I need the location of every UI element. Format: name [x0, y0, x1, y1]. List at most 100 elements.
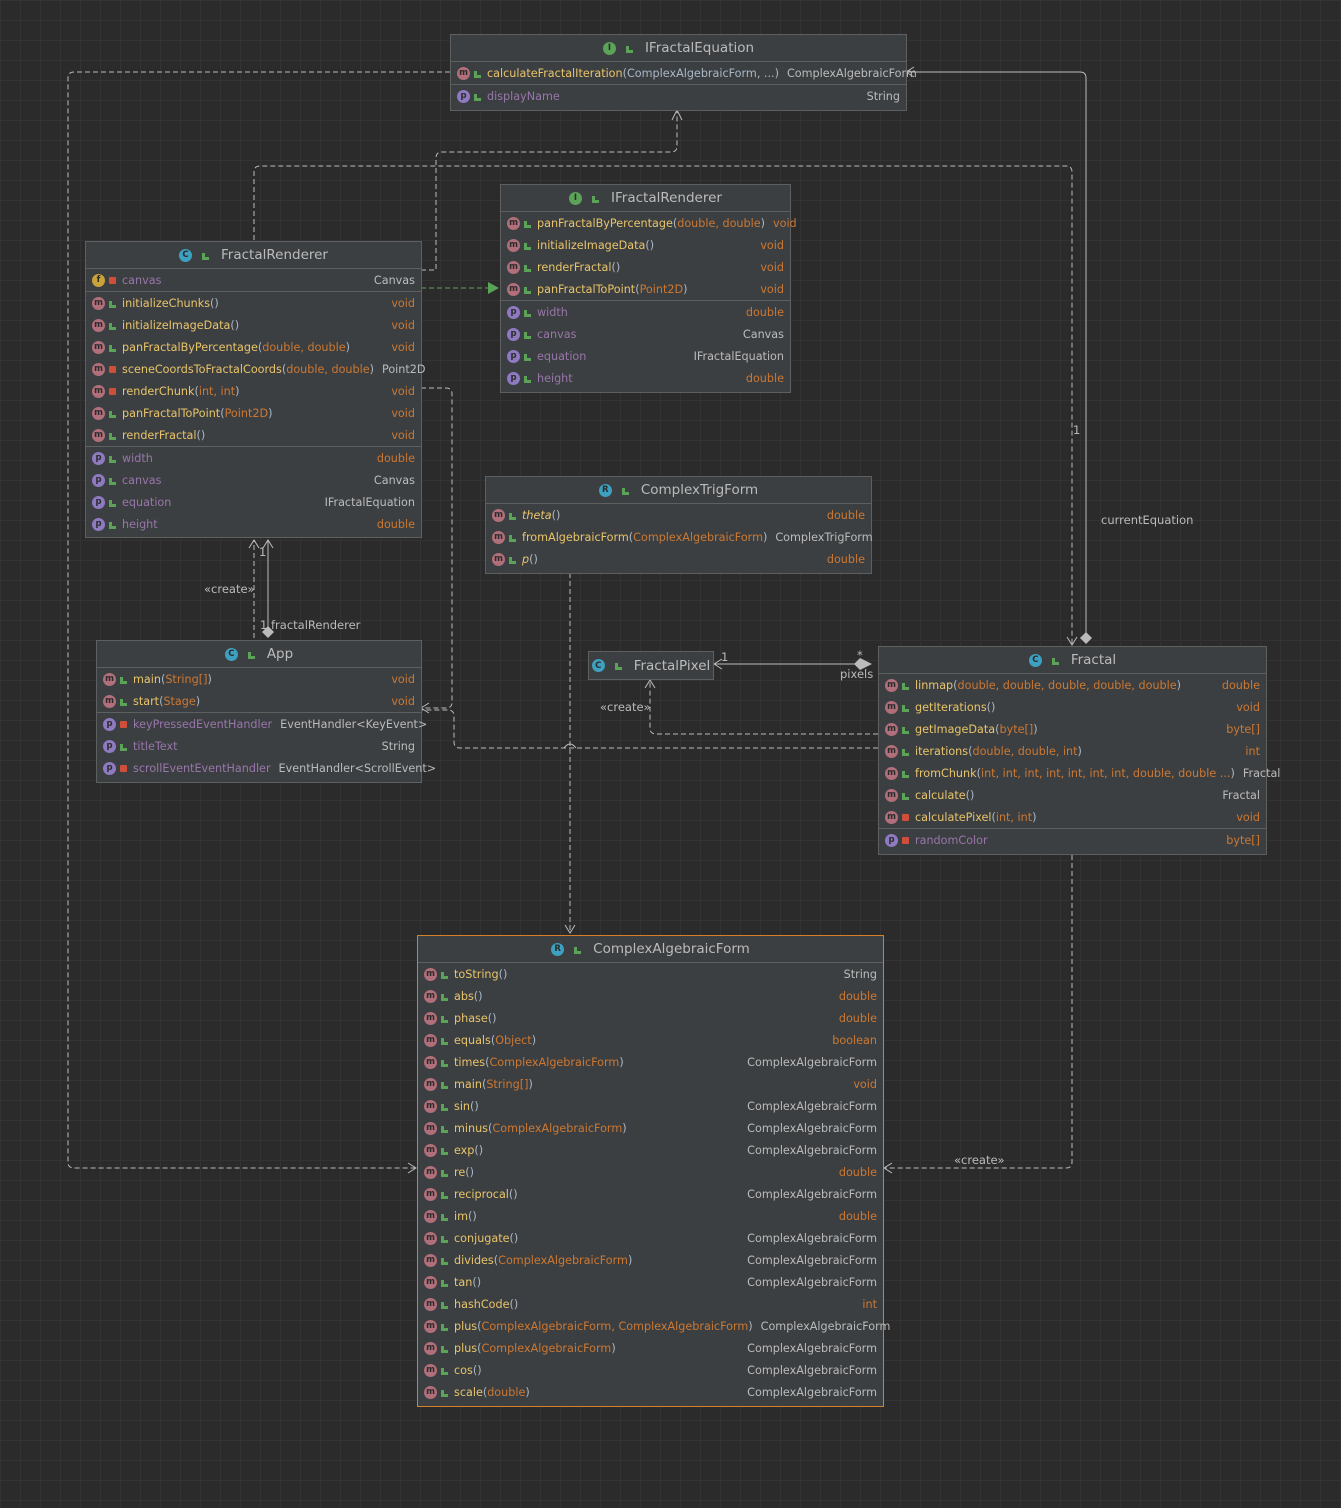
- method-row[interactable]: m renderFractal() void: [501, 256, 790, 278]
- method-row[interactable]: m phase() double: [418, 1007, 883, 1029]
- method-icon: m: [424, 989, 437, 1003]
- method-row[interactable]: m theta() double: [486, 504, 871, 526]
- method-row[interactable]: m initializeChunks() void: [86, 292, 421, 314]
- method-row[interactable]: m cos() ComplexAlgebraicForm: [418, 1359, 883, 1381]
- method-row[interactable]: m fromAlgebraicForm(ComplexAlgebraicForm)…: [486, 526, 873, 548]
- role-label-fractal-renderer: fractalRenderer: [271, 618, 361, 632]
- property-row[interactable]: p canvas Canvas: [501, 323, 790, 345]
- property-row[interactable]: p titleText String: [97, 735, 421, 757]
- property-name: width: [122, 451, 153, 465]
- method-row[interactable]: m calculateFractalIteration(ComplexAlgeb…: [451, 62, 917, 84]
- class-fractal-renderer[interactable]: C FractalRenderer f canvas Canvas m initi…: [85, 241, 426, 538]
- method-row[interactable]: m exp() ComplexAlgebraicForm: [418, 1139, 883, 1161]
- method-row[interactable]: m times(ComplexAlgebraicForm) ComplexAlgeb…: [418, 1051, 883, 1073]
- method-name: calculatePixel: [915, 810, 992, 824]
- method-row[interactable]: m scale(double) ComplexAlgebraicForm: [418, 1381, 883, 1403]
- property-row[interactable]: p width double: [86, 447, 421, 469]
- method-row[interactable]: m panFractalByPercentage(double, double) v…: [86, 336, 421, 358]
- method-row[interactable]: m toString() String: [418, 963, 883, 985]
- method-row[interactable]: m initializeImageData() void: [501, 234, 790, 256]
- public-icon: [441, 1213, 448, 1221]
- property-icon: p: [507, 327, 520, 341]
- method-type: void: [391, 318, 415, 332]
- field-row[interactable]: f canvas Canvas: [86, 269, 421, 291]
- method-row[interactable]: m renderChunk(int, int) void: [86, 380, 421, 402]
- public-icon: [621, 487, 629, 495]
- method-name: fromAlgebraicForm: [522, 530, 629, 544]
- class-icon: C: [1028, 653, 1042, 667]
- method-row[interactable]: m sceneCoordsToFractalCoords(double, doub…: [86, 358, 426, 380]
- property-type: byte[]: [1226, 833, 1260, 847]
- property-name: equation: [122, 495, 172, 509]
- class-ifractal-renderer[interactable]: I IFractalRenderer m panFractalByPercenta…: [500, 184, 797, 393]
- method-name: hashCode: [454, 1297, 510, 1311]
- public-icon: [109, 521, 116, 529]
- public-icon: [441, 1279, 448, 1287]
- method-type: double: [838, 989, 877, 1003]
- class-fractal[interactable]: C Fractal m linmap(double, double, double…: [878, 646, 1280, 855]
- class-name: ComplexTrigForm: [640, 482, 759, 498]
- method-row[interactable]: m divides(ComplexAlgebraicForm) ComplexAlg…: [418, 1249, 883, 1271]
- method-row[interactable]: m panFractalToPoint(Point2D) void: [86, 402, 421, 424]
- method-icon: m: [507, 260, 520, 274]
- public-icon: [441, 1323, 448, 1331]
- method-row[interactable]: m re() double: [418, 1161, 883, 1183]
- property-row[interactable]: p height double: [86, 513, 421, 535]
- method-row[interactable]: m panFractalByPercentage(double, double) v…: [501, 212, 797, 234]
- property-row[interactable]: p randomColor byte[]: [879, 828, 1266, 851]
- method-row[interactable]: m plus(ComplexAlgebraicForm, ComplexAlgeb…: [418, 1315, 890, 1337]
- method-row[interactable]: m start(Stage) void: [97, 690, 421, 712]
- method-row[interactable]: m conjugate() ComplexAlgebraicForm: [418, 1227, 883, 1249]
- method-row[interactable]: m panFractalToPoint(Point2D) void: [501, 278, 790, 300]
- method-row[interactable]: m iterations(double, double, int) int: [879, 740, 1266, 762]
- class-complex-trig-form[interactable]: R ComplexTrigForm m theta() double m fromAlg…: [485, 476, 873, 574]
- method-row[interactable]: m im() double: [418, 1205, 883, 1227]
- method-row[interactable]: m sin() ComplexAlgebraicForm: [418, 1095, 883, 1117]
- method-icon: m: [885, 678, 898, 692]
- method-row[interactable]: m initializeImageData() void: [86, 314, 421, 336]
- method-row[interactable]: m minus(ComplexAlgebraicForm) ComplexAlgeb…: [418, 1117, 883, 1139]
- method-icon: m: [424, 1033, 437, 1047]
- method-params: String[]: [165, 672, 208, 686]
- method-row[interactable]: m p() double: [486, 548, 871, 570]
- method-row[interactable]: m abs() double: [418, 985, 883, 1007]
- class-complex-algebraic-form[interactable]: R ComplexAlgebraicForm m toString() String…: [417, 935, 890, 1407]
- property-row[interactable]: p canvas Canvas: [86, 469, 421, 491]
- class-name: IFractalEquation: [644, 40, 755, 56]
- method-row[interactable]: m linmap(double, double, double, double, …: [879, 674, 1266, 696]
- class-ifractal-equation[interactable]: I IFractalEquation m calculateFractalIte…: [450, 34, 917, 111]
- method-row[interactable]: m getImageData(byte[]) byte[]: [879, 718, 1266, 740]
- paren-close: ): [683, 282, 688, 296]
- method-row[interactable]: m tan() ComplexAlgebraicForm: [418, 1271, 883, 1293]
- class-fractal-pixel[interactable]: C FractalPixel: [588, 651, 714, 680]
- method-row[interactable]: m getIterations() void: [879, 696, 1266, 718]
- property-row[interactable]: p keyPressedEventHandler EventHandler<KeyE…: [97, 713, 427, 735]
- method-row[interactable]: m fromChunk(int, int, int, int, int, int,…: [879, 762, 1280, 784]
- method-row[interactable]: m main(String[]) void: [418, 1073, 883, 1095]
- property-row[interactable]: p width double: [501, 301, 790, 323]
- property-row[interactable]: p equation IFractalEquation: [86, 491, 421, 513]
- property-row[interactable]: p height double: [501, 367, 790, 389]
- property-row[interactable]: p displayName String: [451, 84, 906, 107]
- method-row[interactable]: m reciprocal() ComplexAlgebraicForm: [418, 1183, 883, 1205]
- method-name: renderChunk: [122, 384, 195, 398]
- method-row[interactable]: m renderFractal() void: [86, 424, 421, 446]
- property-row[interactable]: p scrollEventEventHandler EventHandler<Scr…: [97, 757, 436, 779]
- method-name: tan: [454, 1275, 473, 1289]
- class-app[interactable]: C App m main(String[]) void m start(Stage) vo…: [96, 640, 436, 783]
- multiplicity-label: 1: [260, 618, 268, 632]
- property-name: equation: [537, 349, 587, 363]
- method-row[interactable]: m calculate() Fractal: [879, 784, 1266, 806]
- public-icon: [109, 455, 116, 463]
- class-header: I IFractalRenderer: [501, 185, 790, 212]
- paren-open: (): [474, 1143, 484, 1157]
- property-row[interactable]: p equation IFractalEquation: [501, 345, 790, 367]
- method-row[interactable]: m main(String[]) void: [97, 668, 421, 690]
- method-row[interactable]: m plus(ComplexAlgebraicForm) ComplexAlgebr…: [418, 1337, 883, 1359]
- method-icon: m: [507, 282, 520, 296]
- method-row[interactable]: m calculatePixel(int, int) void: [879, 806, 1266, 828]
- method-type: double: [826, 552, 865, 566]
- method-row[interactable]: m equals(Object) boolean: [418, 1029, 883, 1051]
- method-params: ComplexAlgebraicForm: [498, 1253, 628, 1267]
- method-row[interactable]: m hashCode() int: [418, 1293, 883, 1315]
